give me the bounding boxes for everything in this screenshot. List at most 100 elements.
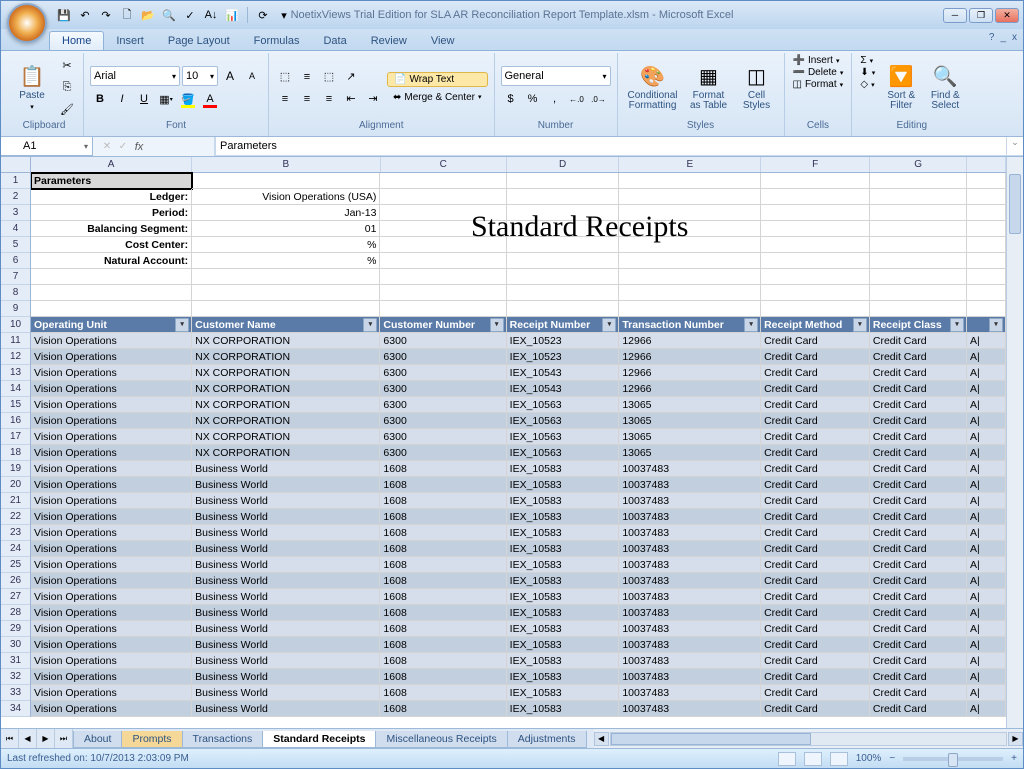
table-cell[interactable]: Credit Card [870,493,967,509]
cell[interactable] [761,269,870,285]
table-cell[interactable]: 10037483 [619,573,761,589]
table-cell[interactable]: IEX_10583 [507,573,620,589]
table-cell[interactable]: Business World [192,637,380,653]
help-icon[interactable]: ? [989,32,995,43]
cell[interactable] [31,285,192,301]
table-cell[interactable]: 13065 [619,413,761,429]
table-header-cell[interactable]: Operating Unit [31,317,192,333]
table-cell[interactable]: Credit Card [870,509,967,525]
table-cell[interactable]: Business World [192,477,380,493]
table-cell[interactable]: Vision Operations [31,461,192,477]
table-cell[interactable]: A| [967,589,1006,605]
tab-formulas[interactable]: Formulas [242,32,312,50]
font-name-combo[interactable]: Arial ▾ [90,66,180,86]
cell[interactable]: Parameters [31,173,192,189]
table-cell[interactable]: Credit Card [761,429,870,445]
cell[interactable] [967,253,1006,269]
table-cell[interactable]: NX CORPORATION [192,349,380,365]
sheet-tab-standard-receipts[interactable]: Standard Receipts [262,731,376,748]
cell[interactable] [380,285,506,301]
table-cell[interactable]: Vision Operations [31,525,192,541]
table-cell[interactable]: A| [967,477,1006,493]
table-cell[interactable]: Vision Operations [31,573,192,589]
table-cell[interactable]: IEX_10583 [507,669,620,685]
table-cell[interactable]: Business World [192,557,380,573]
cell-styles-button[interactable]: ◫ Cell Styles [736,55,778,120]
cell[interactable] [870,285,967,301]
table-cell[interactable]: Credit Card [761,413,870,429]
clear-button[interactable]: ◇▾ [858,79,877,90]
fx-button[interactable]: fx [131,141,147,153]
cell[interactable] [619,173,761,189]
table-cell[interactable]: 6300 [380,333,506,349]
table-cell[interactable]: Credit Card [761,573,870,589]
row-header[interactable]: 28 [1,605,30,621]
tab-home[interactable]: Home [49,31,104,50]
cell[interactable]: Ledger: [31,189,192,205]
cell[interactable] [192,269,380,285]
cell[interactable] [507,221,620,237]
table-cell[interactable]: Credit Card [870,461,967,477]
bottom-align-button[interactable]: ⬚ [319,67,339,87]
row-header[interactable]: 17 [1,429,30,445]
table-cell[interactable]: 1608 [380,573,506,589]
cell[interactable] [507,253,620,269]
cell[interactable] [967,221,1006,237]
qat-open[interactable]: 📂 [139,6,157,24]
enter-formula-icon[interactable]: ✓ [115,141,131,152]
cell[interactable] [870,173,967,189]
table-cell[interactable]: Vision Operations [31,701,192,717]
table-cell[interactable]: Credit Card [870,573,967,589]
cell[interactable] [967,237,1006,253]
table-cell[interactable]: Vision Operations [31,509,192,525]
table-header-cell[interactable]: Receipt Method [761,317,870,333]
paste-button[interactable]: 📋 Paste ▾ [11,55,53,120]
qat-refresh[interactable]: ⟳ [254,6,272,24]
number-format-combo[interactable]: General▾ [501,66,611,86]
table-cell[interactable]: 10037483 [619,653,761,669]
table-cell[interactable]: Business World [192,525,380,541]
table-cell[interactable]: Business World [192,701,380,717]
cell[interactable] [967,173,1006,189]
vertical-scrollbar[interactable] [1006,157,1023,728]
table-cell[interactable]: Vision Operations [31,477,192,493]
table-cell[interactable]: Vision Operations [31,685,192,701]
row-header[interactable]: 23 [1,525,30,541]
table-cell[interactable]: Vision Operations [31,445,192,461]
table-cell[interactable]: Vision Operations [31,381,192,397]
table-cell[interactable]: 1608 [380,685,506,701]
table-cell[interactable]: 6300 [380,349,506,365]
tab-data[interactable]: Data [311,32,358,50]
comma-button[interactable]: , [545,89,565,109]
table-cell[interactable]: Credit Card [761,605,870,621]
table-cell[interactable]: 13065 [619,397,761,413]
minimize-button[interactable]: ─ [943,8,967,23]
table-cell[interactable]: Vision Operations [31,349,192,365]
table-cell[interactable]: Credit Card [761,541,870,557]
row-header[interactable]: 13 [1,365,30,381]
table-cell[interactable]: A| [967,429,1006,445]
table-cell[interactable]: Credit Card [761,445,870,461]
cell[interactable] [870,301,967,317]
table-cell[interactable]: 6300 [380,445,506,461]
sheet-tab-about[interactable]: About [73,731,122,748]
row-header[interactable]: 18 [1,445,30,461]
table-cell[interactable]: Vision Operations [31,621,192,637]
table-cell[interactable]: Business World [192,605,380,621]
currency-button[interactable]: $ [501,89,521,109]
sheet-nav-button[interactable]: ▶ [37,729,55,748]
page-break-view-button[interactable] [830,752,848,766]
column-header[interactable]: A [31,157,192,172]
table-cell[interactable]: Vision Operations [31,589,192,605]
doc-close-icon[interactable]: x [1012,32,1017,43]
underline-button[interactable]: U [134,89,154,109]
table-cell[interactable]: 1608 [380,701,506,717]
table-cell[interactable]: Credit Card [870,477,967,493]
cell[interactable] [870,269,967,285]
table-cell[interactable]: Credit Card [761,557,870,573]
table-cell[interactable]: Credit Card [870,669,967,685]
table-cell[interactable]: Credit Card [870,605,967,621]
table-cell[interactable]: Credit Card [870,525,967,541]
table-header-cell[interactable]: Customer Name [192,317,380,333]
table-cell[interactable]: A| [967,381,1006,397]
